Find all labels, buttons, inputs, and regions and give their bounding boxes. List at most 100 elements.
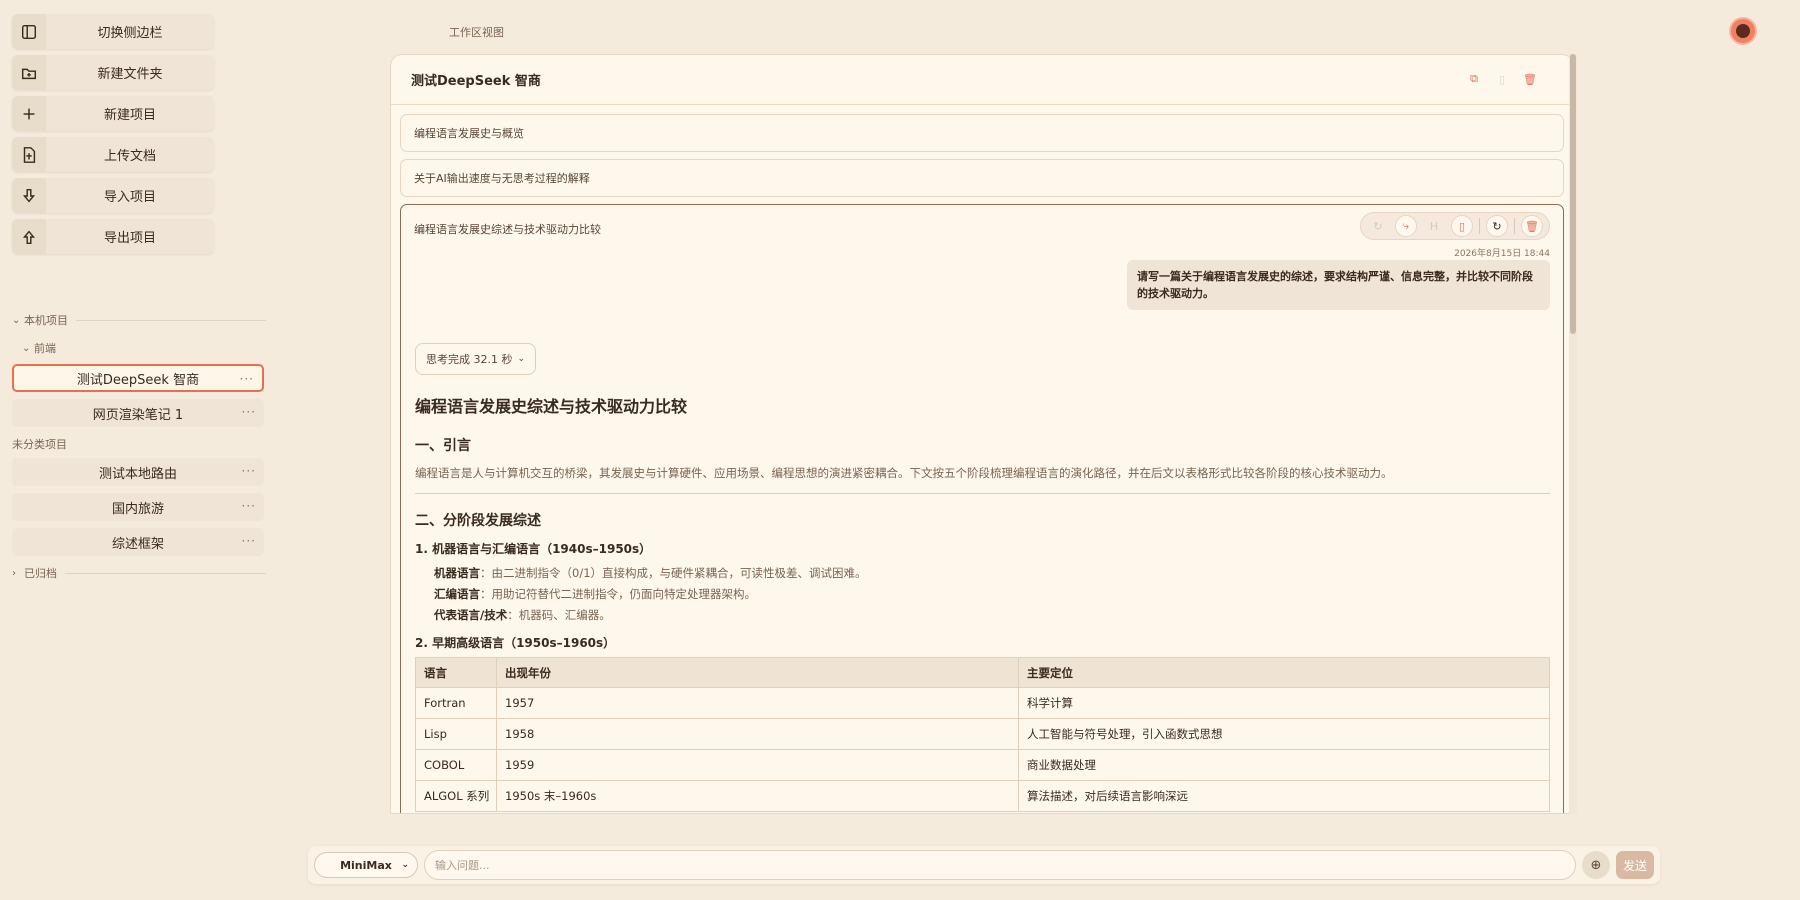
refresh-disabled-icon: ↻ bbox=[1373, 219, 1383, 233]
table-cell: 1958 bbox=[496, 718, 1019, 750]
conversation-item[interactable]: 关于AI输出速度与无思考过程的解释 bbox=[400, 159, 1564, 197]
scrollbar-thumb[interactable] bbox=[1570, 54, 1576, 334]
table-header: 出现年份 bbox=[496, 657, 1019, 688]
more-icon[interactable]: ··· bbox=[242, 464, 256, 478]
chevron-right-icon: › bbox=[12, 567, 16, 579]
model-select[interactable]: MiniMax ⌄ bbox=[314, 852, 418, 878]
more-icon[interactable]: ··· bbox=[240, 372, 254, 386]
table-row: Lisp 1958 人工智能与符号处理，引入函数式思想 bbox=[415, 718, 1550, 750]
chevron-down-icon: ⌄ bbox=[12, 314, 21, 326]
copy-icon[interactable]: ⧉ bbox=[1465, 70, 1483, 88]
table-cell: 1950s 末–1960s bbox=[496, 780, 1019, 812]
list-key: 汇编语言 bbox=[434, 587, 480, 601]
table-cell: COBOL bbox=[415, 749, 497, 781]
languages-table: 语言 出现年份 主要定位 Fortran 1957 科学计算 Lisp 1958… bbox=[415, 657, 1550, 812]
branch-icon[interactable]: ⤷ bbox=[1395, 215, 1417, 237]
bookmark-icon[interactable]: ▯ bbox=[1493, 70, 1511, 88]
list-item: 汇编语言：用助记符替代二进制指令，仍面向特定处理器架构。 bbox=[434, 584, 1550, 605]
list-item: 机器语言：由二进制指令（0/1）直接构成，与硬件紧耦合，可读性极差、调试困难。 bbox=[434, 563, 1550, 584]
open-conversation: 编程语言发展史综述与技术驱动力比较 ↻ ⤷ H ▯ ↻ 🗑 2026年8月15日… bbox=[400, 204, 1564, 813]
plus-icon bbox=[12, 96, 46, 131]
section-heading: 二、分阶段发展综述 bbox=[415, 513, 541, 529]
upload-document-button[interactable]: 上传文档 bbox=[12, 137, 214, 172]
table-cell: 人工智能与符号处理，引入函数式思想 bbox=[1018, 718, 1550, 750]
chevron-down-icon: ⌄ bbox=[517, 354, 526, 364]
new-project-label: 新建项目 bbox=[103, 108, 156, 123]
table-row: Fortran 1957 科学计算 bbox=[415, 687, 1550, 719]
model-label: MiniMax bbox=[340, 858, 392, 872]
list-value: ：用助记符替代二进制指令，仍面向特定处理器架构。 bbox=[480, 587, 756, 601]
send-button[interactable]: 发送 bbox=[1616, 851, 1654, 879]
input-bar: MiniMax ⌄ ⊕ 发送 bbox=[308, 846, 1660, 884]
table-cell: Fortran bbox=[415, 687, 497, 719]
divider bbox=[1479, 218, 1480, 234]
new-folder-label: 新建文件夹 bbox=[97, 67, 163, 82]
more-icon[interactable]: ··· bbox=[242, 405, 256, 419]
uncategorized-section: 未分类项目 bbox=[12, 434, 266, 454]
panel-title: 测试DeepSeek 智商 bbox=[411, 74, 541, 89]
table-row: COBOL 1959 商业数据处理 bbox=[415, 749, 1550, 781]
table-cell: 算法描述，对后续语言影响深远 bbox=[1018, 780, 1550, 812]
project-label: 综述框架 bbox=[111, 536, 164, 552]
new-project-button[interactable]: 新建项目 bbox=[12, 96, 214, 131]
local-projects-label: 本机项目 bbox=[24, 314, 68, 327]
table-header: 主要定位 bbox=[1018, 657, 1550, 688]
list-key: 机器语言 bbox=[434, 566, 480, 580]
user-message: 请写一篇关于编程语言发展史的综述，要求结构严谨、信息完整，并比较不同阶段的技术驱… bbox=[1127, 260, 1550, 310]
table-cell: 科学计算 bbox=[1018, 687, 1550, 719]
list-item: 代表语言/技术：机器码、汇编器。 bbox=[434, 605, 1550, 626]
project-item[interactable]: 综述框架 ··· bbox=[12, 528, 264, 556]
import-project-label: 导入项目 bbox=[103, 190, 156, 205]
project-item[interactable]: 测试本地路由 ··· bbox=[12, 458, 264, 486]
toggle-sidebar-button[interactable]: 切换侧边栏 bbox=[12, 14, 214, 49]
regenerate-icon[interactable]: ↻ bbox=[1486, 215, 1508, 237]
project-label: 测试DeepSeek 智商 bbox=[76, 372, 200, 388]
divider bbox=[415, 493, 1550, 494]
folder-plus-icon bbox=[12, 55, 46, 90]
table-cell: ALGOL 系列 bbox=[415, 780, 497, 812]
subsection-heading: 2. 早期高级语言（1950s–1960s） bbox=[415, 636, 616, 650]
subsection-heading: 1. 机器语言与汇编语言（1940s–1950s） bbox=[415, 542, 652, 556]
table-header-row: 语言 出现年份 主要定位 bbox=[415, 657, 1550, 688]
workspace-view-label: 工作区视图 bbox=[449, 26, 504, 39]
avatar[interactable] bbox=[1729, 17, 1757, 45]
sidebar-toggle-icon bbox=[12, 14, 46, 49]
new-folder-button[interactable]: 新建文件夹 bbox=[12, 55, 214, 90]
export-project-label: 导出项目 bbox=[103, 231, 156, 246]
project-item[interactable]: 测试DeepSeek 智商 ··· bbox=[12, 364, 264, 392]
question-input[interactable] bbox=[424, 850, 1576, 880]
message-toolbar: ↻ ⤷ H ▯ ↻ 🗑 bbox=[1360, 212, 1550, 240]
import-project-button[interactable]: 导入项目 bbox=[12, 178, 214, 213]
local-projects-section[interactable]: ⌄ 本机项目 bbox=[12, 310, 266, 330]
table-cell: 1959 bbox=[496, 749, 1019, 781]
archived-label: 已归档 bbox=[24, 567, 57, 580]
upload-document-label: 上传文档 bbox=[103, 149, 156, 164]
divider bbox=[65, 572, 266, 574]
intro-paragraph: 编程语言是人与计算机交互的桥梁，其发展史与计算硬件、应用场景、编程思想的演进紧密… bbox=[415, 466, 1393, 480]
bullet-list: 机器语言：由二进制指令（0/1）直接构成，与硬件紧耦合，可读性极差、调试困难。 … bbox=[415, 563, 1550, 626]
trash-icon[interactable]: 🗑 bbox=[1521, 70, 1539, 88]
scrollbar[interactable] bbox=[1569, 54, 1577, 814]
conversation-item[interactable]: 编程语言发展史与概览 bbox=[400, 114, 1564, 152]
frontend-group-label: 前端 bbox=[34, 342, 56, 355]
trash-icon[interactable]: 🗑 bbox=[1521, 215, 1543, 237]
project-item[interactable]: 网页渲染笔记 1 ··· bbox=[12, 399, 264, 427]
arrow-down-icon bbox=[12, 178, 46, 213]
heading-icon: H bbox=[1429, 219, 1439, 233]
sidebar: 切换侧边栏 新建文件夹 新建项目 上传文档 导入项目 导出项目 ⌄ 本机项目 ⌄… bbox=[12, 14, 266, 583]
record-icon bbox=[1736, 24, 1750, 38]
list-key: 代表语言/技术 bbox=[434, 608, 508, 622]
bookmark-icon[interactable]: ▯ bbox=[1451, 215, 1473, 237]
globe-icon[interactable]: ⊕ bbox=[1582, 851, 1610, 879]
export-project-button[interactable]: 导出项目 bbox=[12, 219, 214, 254]
file-upload-icon bbox=[12, 137, 46, 172]
more-icon[interactable]: ··· bbox=[242, 499, 256, 513]
project-item[interactable]: 国内旅游 ··· bbox=[12, 493, 264, 521]
table-cell: Lisp bbox=[415, 718, 497, 750]
toggle-sidebar-label: 切换侧边栏 bbox=[97, 26, 163, 41]
archived-section[interactable]: › 已归档 bbox=[12, 563, 266, 583]
project-label: 网页渲染笔记 1 bbox=[92, 407, 184, 423]
more-icon[interactable]: ··· bbox=[242, 534, 256, 548]
thinking-toggle[interactable]: 思考完成 32.1 秒 ⌄ bbox=[415, 343, 537, 375]
frontend-group[interactable]: ⌄ 前端 bbox=[12, 338, 266, 358]
